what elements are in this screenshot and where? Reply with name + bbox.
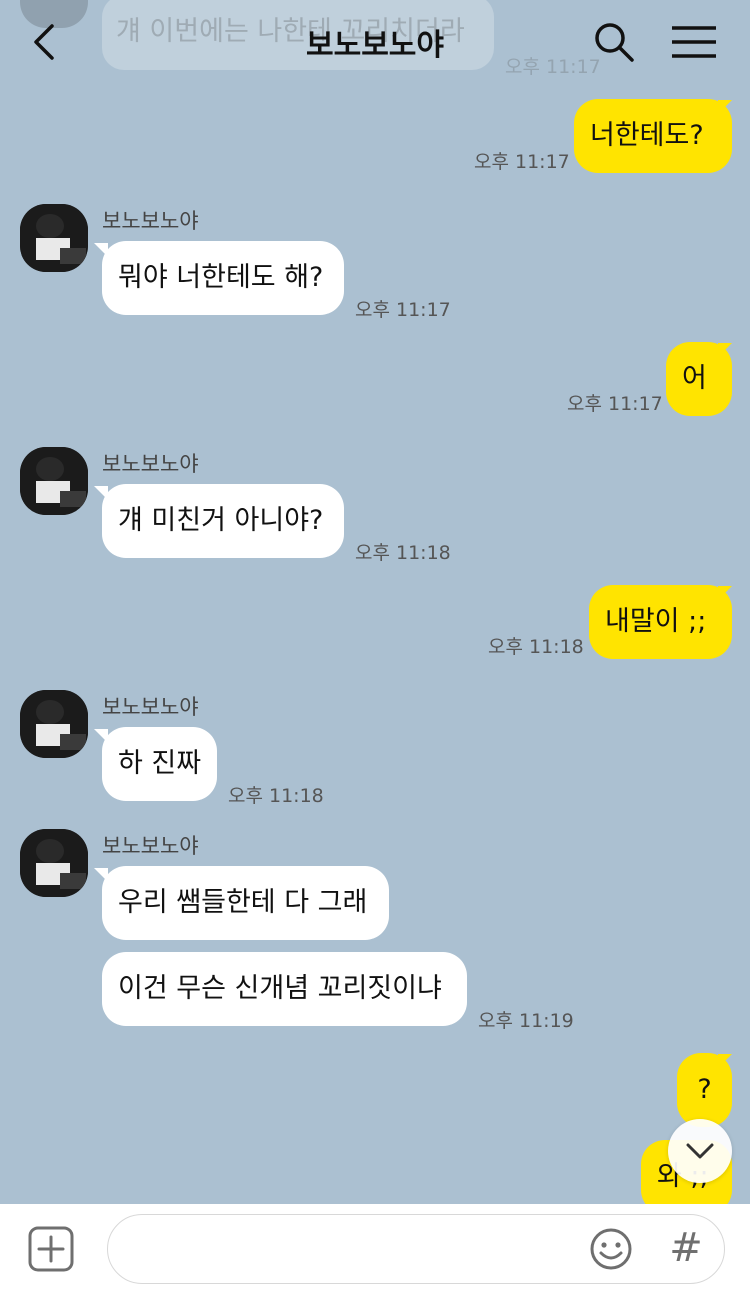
message-text: 이건 무슨 신개념 꼬리짓이냐 [118,973,442,1004]
message-time: 오후 11:18 [488,636,584,658]
message-text: 내말이 ;; [605,606,707,637]
message-text: 하 진짜 [118,748,202,779]
outgoing-message-bubble[interactable]: 내말이 ;; [589,585,732,659]
incoming-message-bubble[interactable]: 걔 미친거 아니야? [102,484,344,558]
search-icon[interactable] [590,18,638,66]
message-time: 오후 11:18 [228,785,324,807]
scroll-down-button[interactable] [668,1119,732,1183]
message-text: 우리 쌤들한테 다 그래 [118,887,368,918]
avatar[interactable] [20,204,88,272]
incoming-message-bubble[interactable]: 하 진짜 [102,727,217,801]
avatar[interactable] [20,829,88,897]
message-time: 오후 11:19 [478,1010,574,1032]
incoming-message-bubble[interactable]: 뭐야 너한테도 해? [102,241,344,315]
sender-name: 보노보노야 [102,452,199,476]
outgoing-message-bubble[interactable]: ? [677,1053,732,1127]
message-text: 걔 미친거 아니야? [118,505,324,536]
hashtag-button[interactable]: # [668,1222,704,1274]
hamburger-menu-icon[interactable] [668,18,720,66]
outgoing-message-bubble[interactable]: 너한테도? [574,99,732,173]
message-text: 어 [682,363,707,394]
chevron-down-icon [686,1143,714,1159]
message-text: 뭐야 너한테도 해? [118,262,324,293]
composer-bar: # [0,1204,750,1292]
avatar[interactable] [20,690,88,758]
message-text: ? [697,1074,712,1105]
smiley-icon[interactable] [588,1226,634,1272]
avatar[interactable] [20,447,88,515]
incoming-message-bubble[interactable]: 이건 무슨 신개념 꼬리짓이냐 [102,952,467,1026]
message-text: 너한테도? [590,120,704,151]
sender-name: 보노보노야 [102,695,199,719]
message-time: 오후 11:18 [355,542,451,564]
message-time: 오후 11:17 [355,299,451,321]
message-time: 오후 11:17 [474,151,570,173]
incoming-message-bubble[interactable]: 우리 쌤들한테 다 그래 [102,866,389,940]
chat-header: 보노보노야 [0,0,750,84]
sender-name: 보노보노야 [102,209,199,233]
plus-square-icon[interactable] [28,1226,74,1272]
sender-name: 보노보노야 [102,834,199,858]
message-time: 오후 11:17 [567,393,663,415]
outgoing-message-bubble[interactable]: 어 [666,342,732,416]
